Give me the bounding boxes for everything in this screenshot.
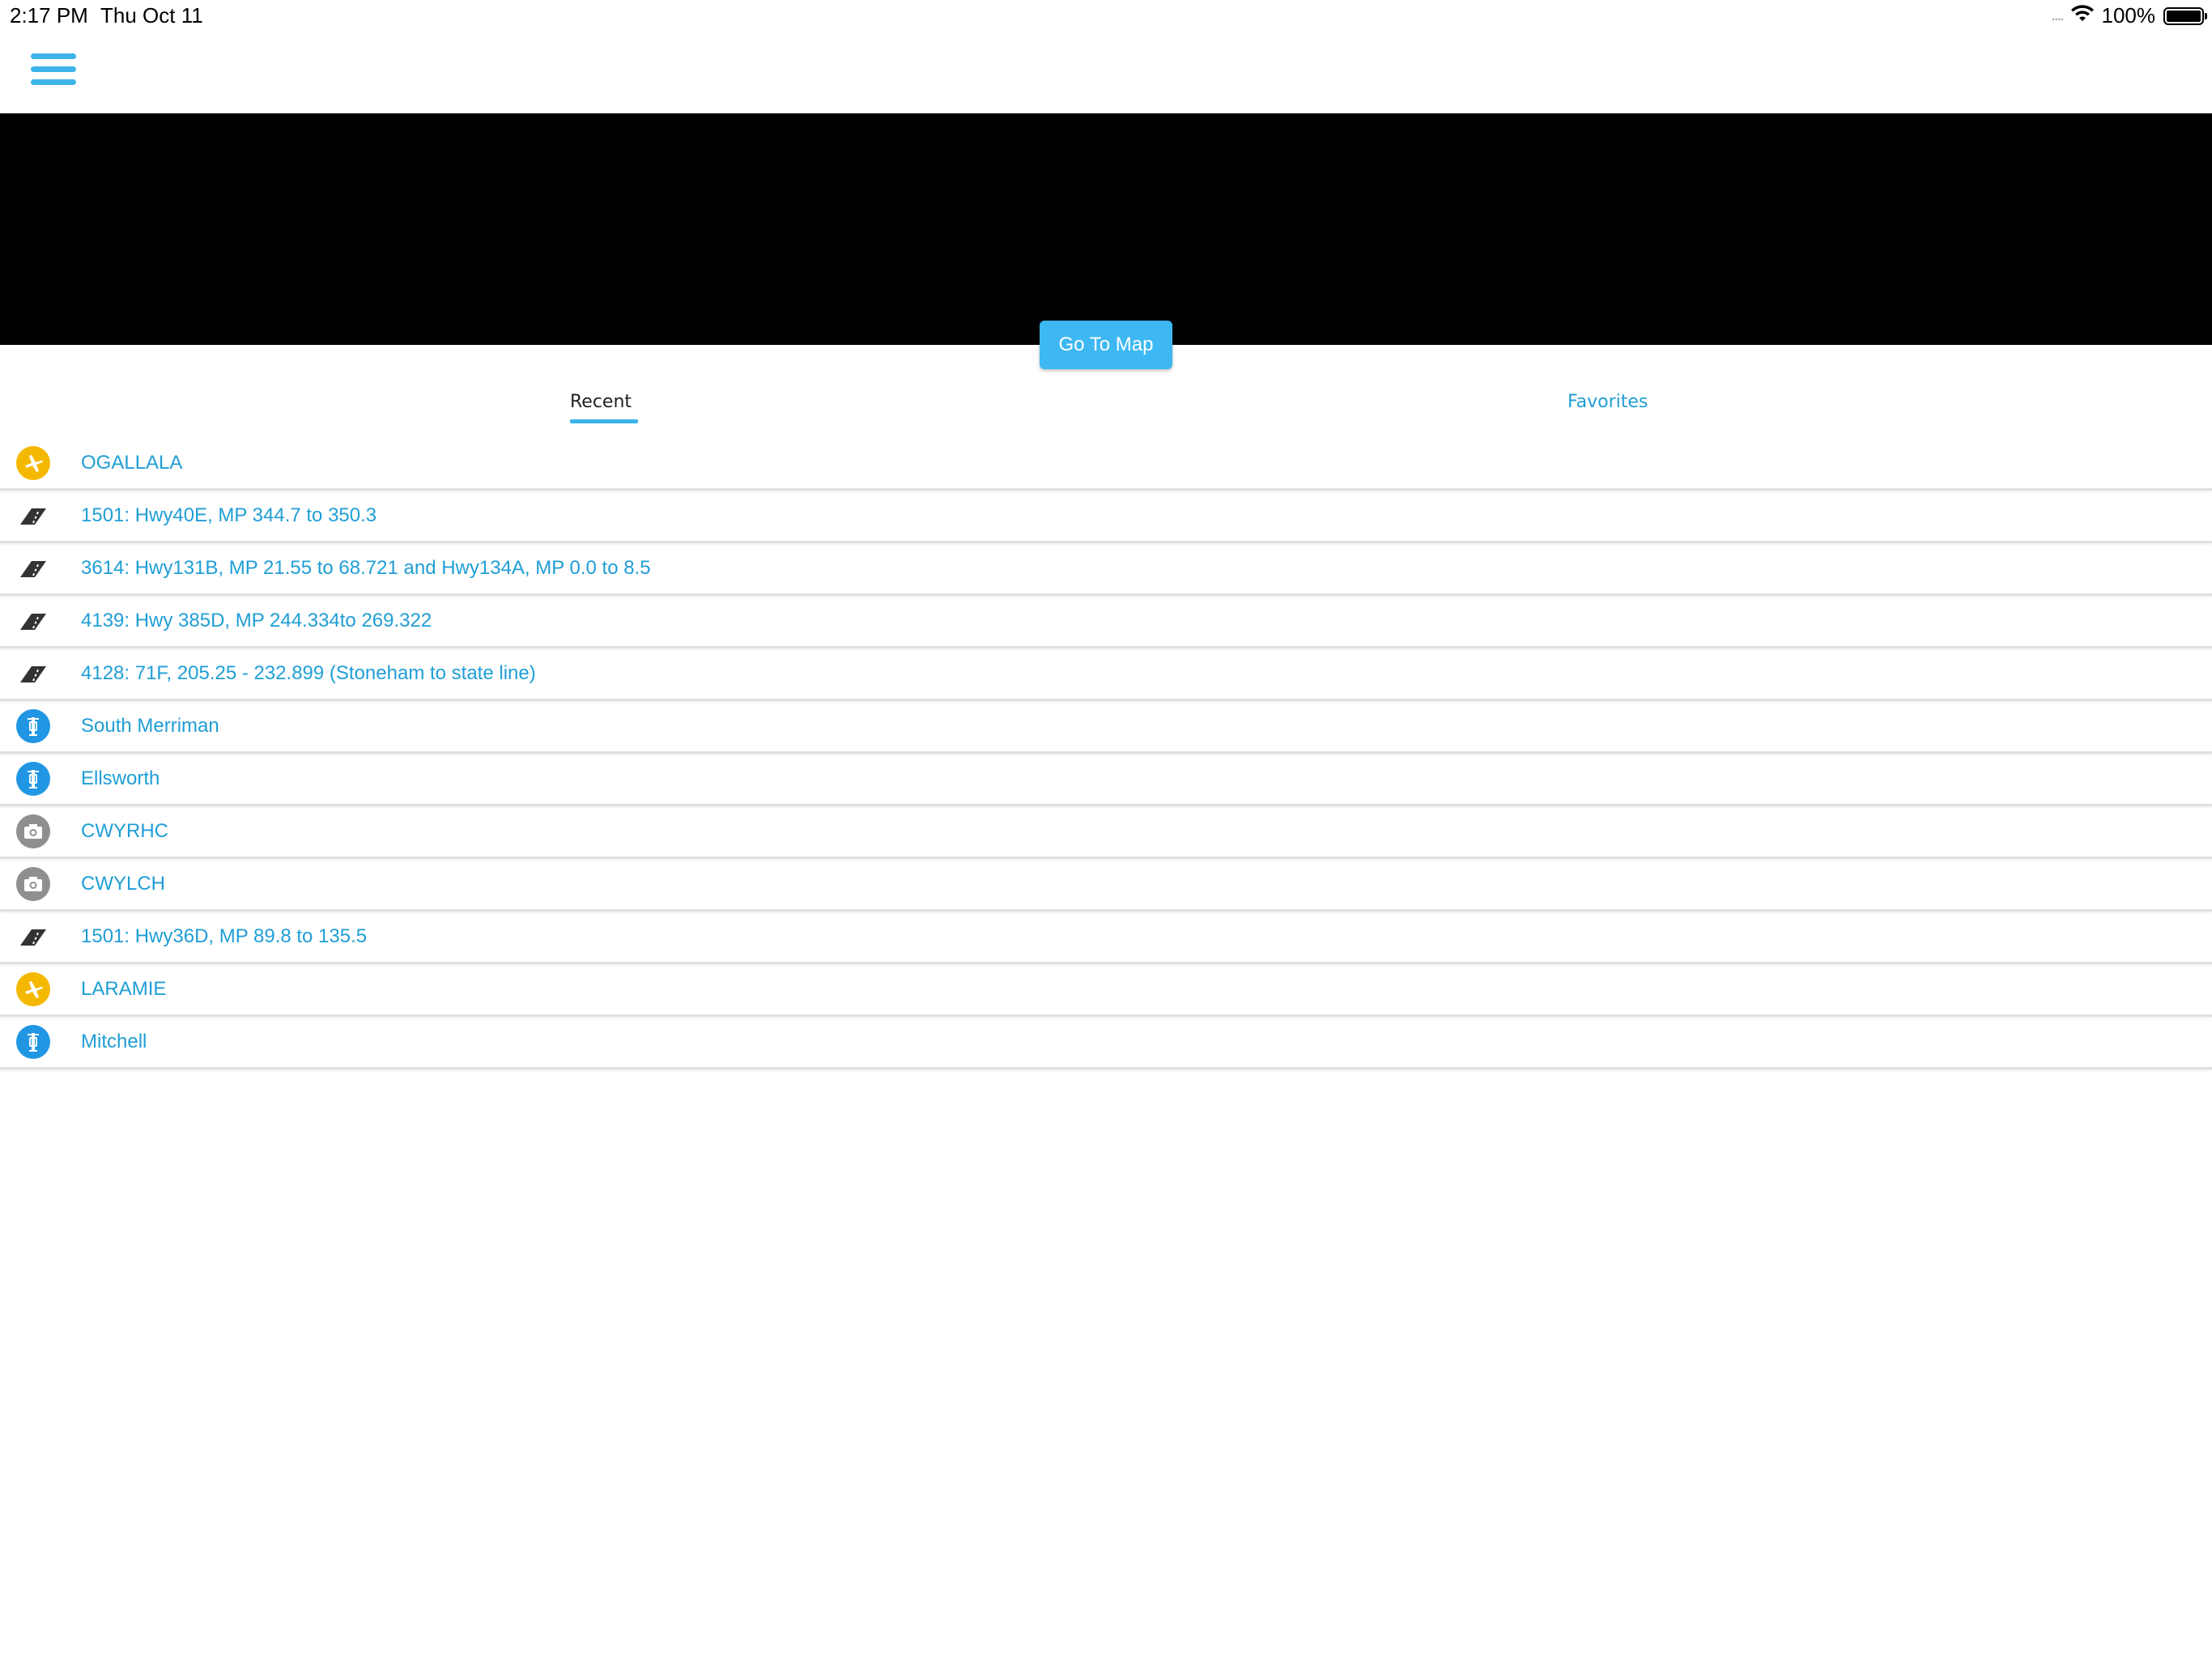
airport-icon bbox=[16, 446, 50, 480]
list-item[interactable]: 1501: Hwy40E, MP 344.7 to 350.3 bbox=[0, 491, 2212, 543]
battery-percent: 100% bbox=[2101, 3, 2156, 28]
map-banner bbox=[0, 113, 2212, 345]
list-item-label: CWYLCH bbox=[81, 873, 166, 895]
camera-icon bbox=[16, 867, 50, 901]
list-item[interactable]: OGALLALA bbox=[0, 438, 2212, 491]
list-item-label: 1501: Hwy40E, MP 344.7 to 350.3 bbox=[81, 504, 377, 526]
list-item[interactable]: Mitchell bbox=[0, 1017, 2212, 1069]
list-item-label: OGALLALA bbox=[81, 452, 183, 474]
list-item[interactable]: 1501: Hwy36D, MP 89.8 to 135.5 bbox=[0, 912, 2212, 964]
list-item-label: Mitchell bbox=[81, 1031, 147, 1052]
list-item-label: 4139: Hwy 385D, MP 244.334to 269.322 bbox=[81, 610, 432, 631]
tab-favorites[interactable]: Favorites bbox=[1568, 392, 1648, 412]
tab-recent[interactable]: Recent bbox=[570, 392, 632, 412]
road-icon bbox=[16, 920, 50, 954]
menu-bar-top bbox=[31, 53, 76, 59]
battery-cap bbox=[2205, 12, 2207, 19]
battery-fill bbox=[2167, 10, 2201, 22]
wifi-icon bbox=[2070, 3, 2094, 28]
road-icon bbox=[16, 604, 50, 638]
status-bar: 2:17 PM Thu Oct 11 .... 100% bbox=[0, 0, 2212, 32]
hamburger-menu-icon[interactable] bbox=[31, 50, 78, 92]
weather-station-icon bbox=[16, 1025, 50, 1059]
status-time: 2:17 PM bbox=[10, 3, 88, 28]
camera-icon bbox=[16, 814, 50, 848]
active-tab-indicator bbox=[570, 419, 638, 423]
cell-signal-icon: .... bbox=[2051, 6, 2064, 24]
list-item[interactable]: CWYLCH bbox=[0, 859, 2212, 912]
road-icon bbox=[16, 657, 50, 691]
list-item[interactable]: CWYRHC bbox=[0, 806, 2212, 859]
list-item[interactable]: LARAMIE bbox=[0, 964, 2212, 1017]
battery-icon bbox=[2163, 6, 2207, 25]
list-item-label: South Merriman bbox=[81, 715, 219, 737]
list-item[interactable]: Ellsworth bbox=[0, 754, 2212, 806]
road-icon bbox=[16, 551, 50, 585]
status-indicators: .... 100% bbox=[2051, 3, 2207, 28]
list-item-label: 3614: Hwy131B, MP 21.55 to 68.721 and Hw… bbox=[81, 557, 651, 579]
list-item[interactable]: 4139: Hwy 385D, MP 244.334to 269.322 bbox=[0, 596, 2212, 648]
list-item-label: CWYRHC bbox=[81, 820, 168, 842]
list-item[interactable]: South Merriman bbox=[0, 701, 2212, 754]
weather-station-icon bbox=[16, 762, 50, 796]
list-item-label: LARAMIE bbox=[81, 978, 167, 1000]
menu-bar-middle bbox=[31, 66, 76, 72]
list-item[interactable]: 3614: Hwy131B, MP 21.55 to 68.721 and Hw… bbox=[0, 543, 2212, 596]
list-item-label: 4128: 71F, 205.25 - 232.899 (Stoneham to… bbox=[81, 662, 536, 684]
go-to-map-button[interactable]: Go To Map bbox=[1040, 321, 1172, 369]
status-date: Thu Oct 11 bbox=[100, 3, 203, 28]
road-icon bbox=[16, 499, 50, 533]
airport-icon bbox=[16, 972, 50, 1006]
tab-bar: Recent Favorites bbox=[0, 380, 2212, 429]
recent-list: OGALLALA 1501: Hwy40E, MP 344.7 to 350.3 3… bbox=[0, 438, 2212, 1069]
list-item-label: Ellsworth bbox=[81, 767, 160, 789]
weather-station-icon bbox=[16, 709, 50, 743]
menu-bar-bottom bbox=[31, 79, 76, 85]
list-item[interactable]: 4128: 71F, 205.25 - 232.899 (Stoneham to… bbox=[0, 648, 2212, 701]
list-item-label: 1501: Hwy36D, MP 89.8 to 135.5 bbox=[81, 925, 368, 947]
